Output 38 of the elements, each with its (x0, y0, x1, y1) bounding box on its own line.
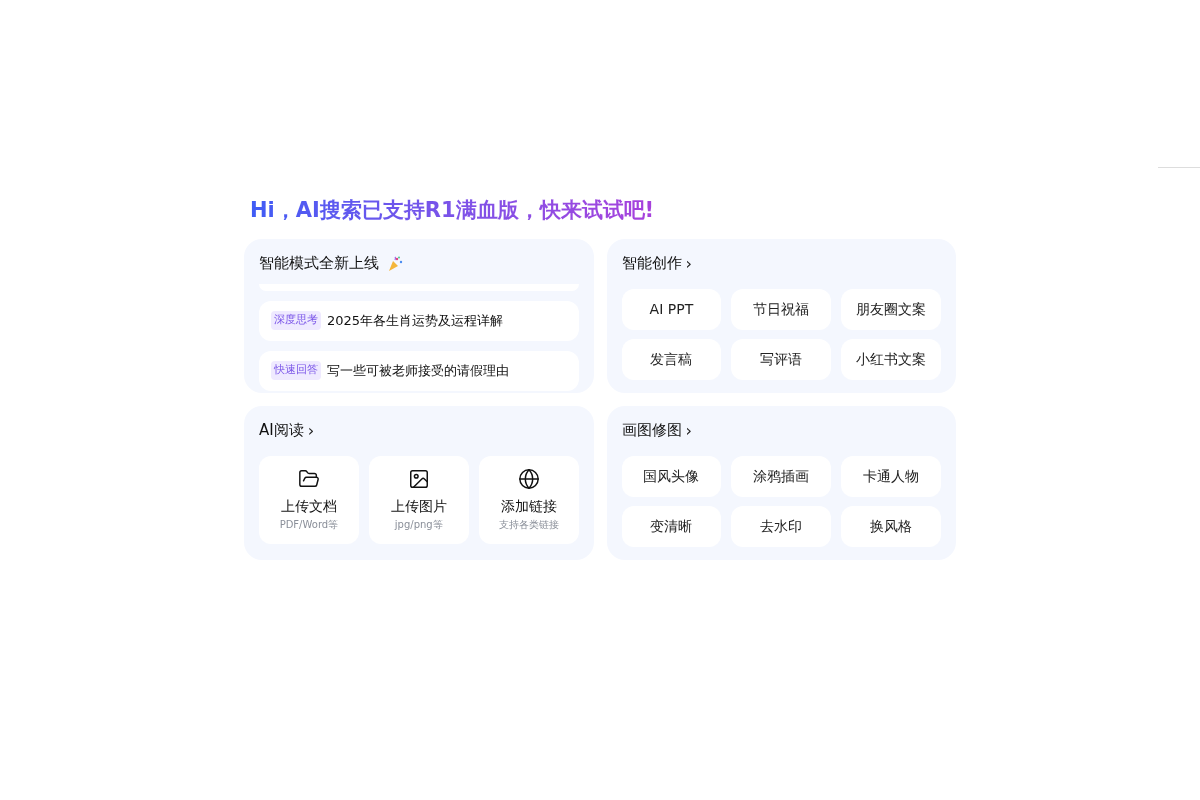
shortcut-button[interactable]: 国风头像 (621, 455, 722, 497)
shortcut-button[interactable]: 换风格 (841, 505, 941, 547)
chevron-icon[interactable]: › (307, 422, 315, 439)
shortcut-button[interactable]: 节日祝福 (731, 288, 832, 330)
upload-label: 上传图片 (390, 496, 447, 516)
upload-hint: 支持各类链接 (498, 517, 559, 532)
globe-icon (517, 467, 540, 490)
image-icon (407, 467, 430, 490)
upload-button[interactable]: 上传文档 PDF/Word等 (259, 455, 359, 544)
upload-label: 上传文档 (280, 496, 337, 516)
mode-tag: 深度思考 (271, 311, 321, 330)
mode-tag: 快速回答 (271, 361, 321, 380)
card-title: AI阅读 (259, 420, 304, 442)
prompt-card[interactable]: 快速回答 写一些可被老师接受的请假理由 (259, 350, 579, 391)
upload-hint: PDF/Word等 (279, 517, 339, 532)
upload-label: 添加链接 (500, 496, 557, 516)
card-title: 智能模式全新上线 (259, 253, 379, 275)
prompt-card[interactable]: 深度思考 2025年各生肖运势及运程详解 (259, 300, 579, 341)
card-title: 智能创作 (621, 253, 682, 275)
shortcut-button[interactable]: 卡通人物 (841, 455, 941, 497)
upload-hint: jpg/png等 (394, 517, 443, 532)
shortcut-button[interactable]: 去水印 (731, 505, 832, 547)
upload-button[interactable]: 上传图片 jpg/png等 (368, 455, 469, 544)
chevron-icon[interactable]: › (685, 255, 692, 272)
shortcut-button[interactable]: 小红书文案 (841, 338, 941, 380)
chevron-icon[interactable]: › (685, 422, 692, 439)
shortcut-button[interactable]: 朋友圈文案 (841, 288, 941, 330)
prompt-text: 写一些可被老师接受的请假理由 (327, 361, 509, 380)
shortcut-button[interactable]: AI PPT (621, 288, 722, 330)
shortcut-button[interactable]: 变清晰 (621, 505, 722, 547)
folder-icon (297, 467, 320, 490)
upload-button[interactable]: 添加链接 支持各类链接 (478, 455, 579, 544)
party-popper-icon (387, 255, 403, 272)
card-title: 画图修图 (621, 420, 682, 442)
prompt-text: 2025年各生肖运势及运程详解 (327, 311, 504, 330)
shortcut-button[interactable]: 写评语 (731, 338, 832, 380)
shortcut-button[interactable]: 发言稿 (621, 338, 722, 380)
shortcut-button[interactable]: 涂鸦插画 (731, 455, 832, 497)
